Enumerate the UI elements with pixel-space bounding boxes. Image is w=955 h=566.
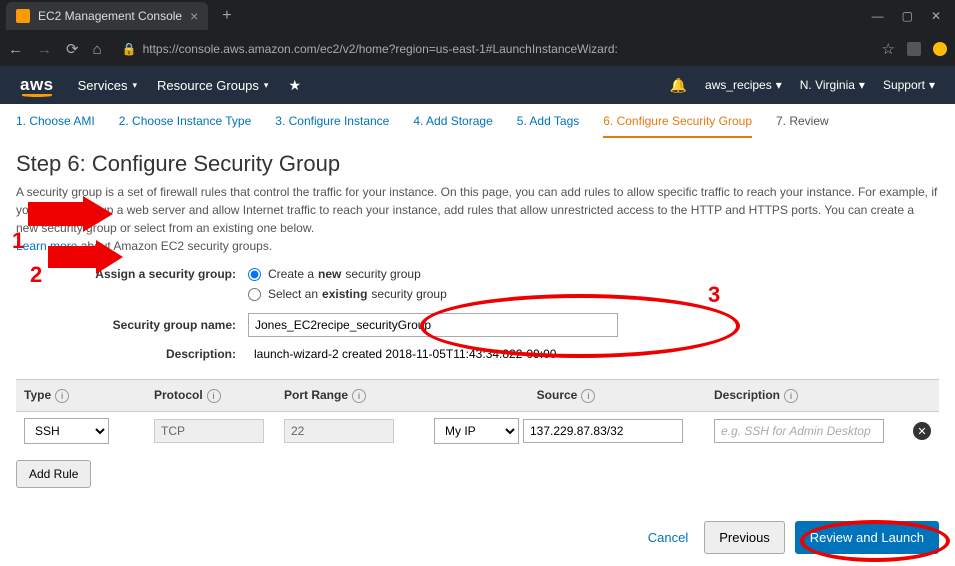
lock-icon: 🔒 — [122, 42, 137, 56]
col-type: Typei — [16, 380, 146, 412]
account-label: aws_recipes — [705, 78, 772, 92]
tab-favicon — [16, 9, 30, 23]
new-tab-button[interactable]: + — [214, 3, 239, 29]
region-label: N. Virginia — [800, 78, 855, 92]
chevron-down-icon: ▾ — [133, 80, 138, 91]
tab-choose-ami[interactable]: 1. Choose AMI — [16, 114, 95, 138]
support-label: Support — [883, 78, 925, 92]
rule-type-select[interactable]: SSH — [24, 418, 109, 444]
browser-tab[interactable]: EC2 Management Console × — [6, 2, 208, 30]
browser-toolbar: ← → ⟳ ⌂ 🔒 https://console.aws.amazon.com… — [0, 32, 955, 66]
close-window-icon[interactable]: ✕ — [931, 9, 941, 23]
minimize-icon[interactable]: — — [872, 9, 884, 23]
add-rule-button[interactable]: Add Rule — [16, 460, 91, 488]
cancel-link[interactable]: Cancel — [648, 530, 688, 545]
radio-existing-input[interactable] — [248, 288, 261, 301]
aws-logo[interactable]: aws — [20, 75, 54, 95]
rule-source-ip-input[interactable] — [523, 419, 683, 443]
tab-choose-instance-type[interactable]: 2. Choose Instance Type — [119, 114, 252, 138]
close-tab-icon[interactable]: × — [190, 8, 198, 24]
sg-name-label: Security group name: — [16, 318, 248, 332]
remove-rule-icon[interactable]: ✕ — [913, 422, 931, 440]
rule-row: SSH My IP ✕ — [16, 412, 939, 451]
step-desc-suffix: about Amazon EC2 security groups. — [77, 239, 272, 253]
radio-existing-sg[interactable]: Select an existing security group — [248, 287, 447, 301]
home-icon[interactable]: ⌂ — [93, 41, 102, 58]
step-desc-text: A security group is a set of firewall ru… — [16, 185, 937, 235]
radio-create-new-sg[interactable]: Create a new security group — [248, 267, 421, 281]
col-port-range: Port Rangei — [276, 380, 426, 412]
step-description: A security group is a set of firewall ru… — [16, 183, 939, 255]
chevron-down-icon: ▾ — [859, 78, 865, 92]
extension-icon[interactable] — [907, 42, 921, 56]
browser-chrome: EC2 Management Console × + — ▢ ✕ ← → ⟳ ⌂… — [0, 0, 955, 66]
url-text: https://console.aws.amazon.com/ec2/v2/ho… — [143, 42, 618, 56]
address-bar[interactable]: 🔒 https://console.aws.amazon.com/ec2/v2/… — [112, 38, 872, 60]
browser-tab-strip: EC2 Management Console × + — ▢ ✕ — [0, 0, 955, 32]
rule-description-input[interactable] — [714, 419, 884, 443]
info-icon[interactable]: i — [784, 389, 798, 403]
tab-add-tags[interactable]: 5. Add Tags — [517, 114, 580, 138]
reload-icon[interactable]: ⟳ — [66, 40, 79, 58]
tab-add-storage[interactable]: 4. Add Storage — [413, 114, 492, 138]
assign-sg-label: Assign a security group: — [16, 267, 248, 281]
aws-top-nav: aws Services ▾ Resource Groups ▾ ★ 🔔 aws… — [0, 66, 955, 104]
col-description: Descriptioni — [706, 380, 905, 412]
region-menu[interactable]: N. Virginia ▾ — [800, 78, 865, 92]
rules-table: Typei Protocoli Port Rangei Sourcei Desc… — [16, 379, 939, 450]
sg-desc-input[interactable] — [248, 343, 618, 365]
back-icon[interactable]: ← — [8, 41, 23, 58]
pin-icon[interactable]: ★ — [288, 77, 301, 94]
step-title: Step 6: Configure Security Group — [16, 151, 939, 177]
resource-groups-label: Resource Groups — [157, 78, 259, 93]
rule-protocol-input — [154, 419, 264, 443]
info-icon[interactable]: i — [352, 389, 366, 403]
learn-more-link[interactable]: Learn more — [16, 239, 77, 253]
chevron-down-icon: ▾ — [929, 78, 935, 92]
notifications-bell-icon[interactable]: 🔔 — [670, 77, 687, 94]
review-and-launch-button[interactable]: Review and Launch — [795, 521, 939, 554]
col-source: Sourcei — [426, 380, 706, 412]
info-icon[interactable]: i — [207, 389, 221, 403]
step-content: Step 6: Configure Security Group A secur… — [0, 139, 955, 500]
tab-title: EC2 Management Console — [38, 9, 182, 23]
profile-avatar-icon[interactable] — [933, 42, 947, 56]
col-protocol: Protocoli — [146, 380, 276, 412]
maximize-icon[interactable]: ▢ — [902, 9, 913, 23]
resource-groups-menu[interactable]: Resource Groups ▾ — [157, 78, 268, 93]
rule-source-mode-select[interactable]: My IP — [434, 418, 519, 444]
sg-name-input[interactable] — [248, 313, 618, 337]
support-menu[interactable]: Support ▾ — [883, 78, 935, 92]
bookmark-star-icon[interactable]: ☆ — [882, 40, 895, 58]
services-label: Services — [78, 78, 128, 93]
services-menu[interactable]: Services ▾ — [78, 78, 137, 93]
tab-configure-instance[interactable]: 3. Configure Instance — [275, 114, 389, 138]
chevron-down-icon: ▾ — [776, 78, 782, 92]
account-menu[interactable]: aws_recipes ▾ — [705, 78, 782, 92]
wizard-tabs: 1. Choose AMI 2. Choose Instance Type 3.… — [0, 104, 955, 139]
previous-button[interactable]: Previous — [704, 521, 785, 554]
forward-icon[interactable]: → — [37, 41, 52, 58]
window-controls: — ▢ ✕ — [872, 9, 949, 23]
info-icon[interactable]: i — [581, 389, 595, 403]
tab-review[interactable]: 7. Review — [776, 114, 829, 138]
info-icon[interactable]: i — [55, 389, 69, 403]
chevron-down-icon: ▾ — [264, 80, 269, 91]
radio-create-new-input[interactable] — [248, 268, 261, 281]
wizard-footer: Cancel Previous Review and Launch — [648, 521, 939, 554]
sg-desc-label: Description: — [16, 347, 248, 361]
rule-port-range-input — [284, 419, 394, 443]
tab-configure-security-group[interactable]: 6. Configure Security Group — [603, 114, 752, 138]
